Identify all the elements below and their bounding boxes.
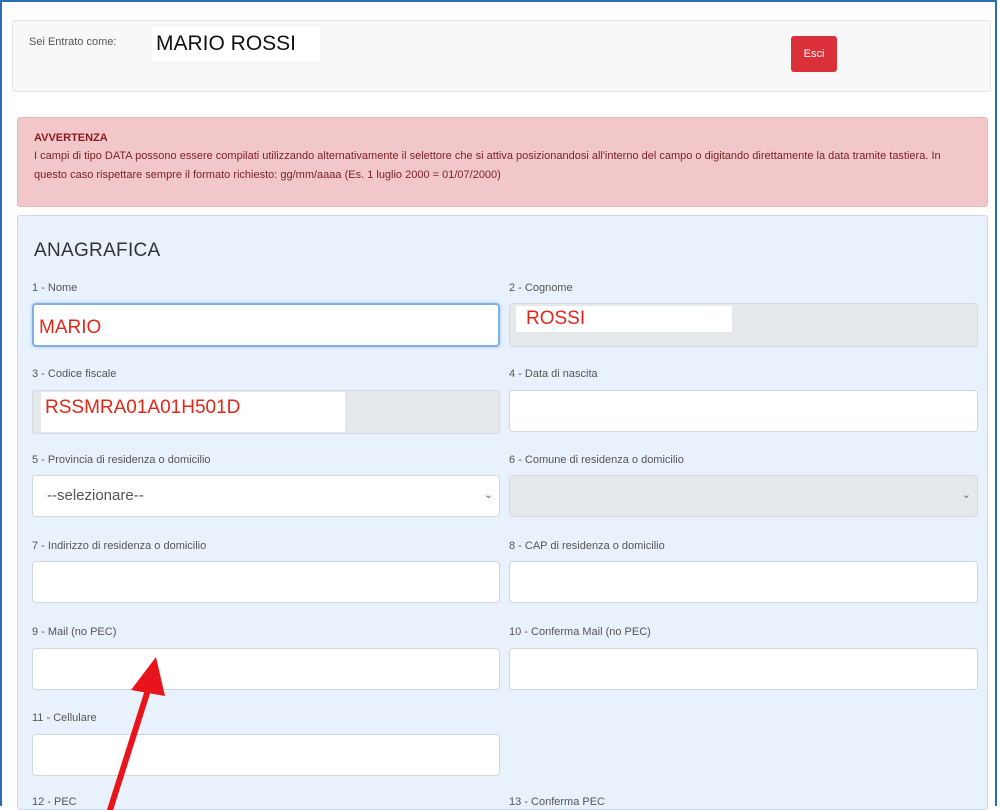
comune-select[interactable]: ⌄ [509,475,978,517]
codice-fiscale-value: RSSMRA01A01H501D [41,392,345,432]
anagrafica-panel: ANAGRAFICA 1 - Nome MARIO 2 - Cognome RO… [17,215,988,810]
indirizzo-input[interactable] [32,561,500,603]
cellulare-input[interactable] [32,734,500,776]
conferma-mail-label: 10 - Conferma Mail (no PEC) [509,626,651,638]
comune-label: 6 - Comune di residenza o domicilio [509,454,684,466]
alert-text: I campi di tipo DATA possono essere comp… [34,150,941,181]
provincia-select[interactable]: --selezionare-- ⌄ [32,475,500,517]
codice-fiscale-label: 3 - Codice fiscale [32,368,117,380]
nome-label: 1 - Nome [32,282,78,294]
conferma-mail-input[interactable] [509,648,978,690]
nome-input[interactable]: MARIO [32,303,500,347]
alert-title: AVVERTENZA [34,132,108,144]
provincia-label: 5 - Provincia di residenza o domicilio [32,454,211,466]
mail-label: 9 - Mail (no PEC) [32,626,117,638]
user-bar: Sei Entrato come: MARIO ROSSI Esci [12,20,991,92]
cellulare-label: 11 - Cellulare [32,712,97,724]
cognome-value: ROSSI [516,306,732,332]
cap-input[interactable] [509,561,978,603]
exit-button[interactable]: Esci [791,36,837,72]
codice-fiscale-input[interactable]: RSSMRA01A01H501D [32,390,500,434]
warning-alert: AVVERTENZA I campi di tipo DATA possono … [17,117,988,207]
chevron-down-icon: ⌄ [961,489,971,501]
data-nascita-label: 4 - Data di nascita [509,368,598,380]
indirizzo-label: 7 - Indirizzo di residenza o domicilio [32,540,207,552]
mail-input[interactable] [32,648,500,690]
section-title: ANAGRAFICA [34,240,161,261]
provincia-selected: --selezionare-- [47,487,144,504]
cognome-input[interactable]: ROSSI [509,303,978,347]
cognome-label: 2 - Cognome [509,282,573,294]
cap-label: 8 - CAP di residenza o domicilio [509,540,665,552]
chevron-down-icon: ⌄ [483,489,493,501]
logged-in-label: Sei Entrato come: [29,36,117,48]
nome-value: MARIO [37,315,237,341]
user-name: MARIO ROSSI [152,27,321,61]
pec-label: 12 - PEC [32,796,77,808]
conferma-pec-label: 13 - Conferma PEC [509,796,605,808]
data-nascita-input[interactable] [509,390,978,432]
